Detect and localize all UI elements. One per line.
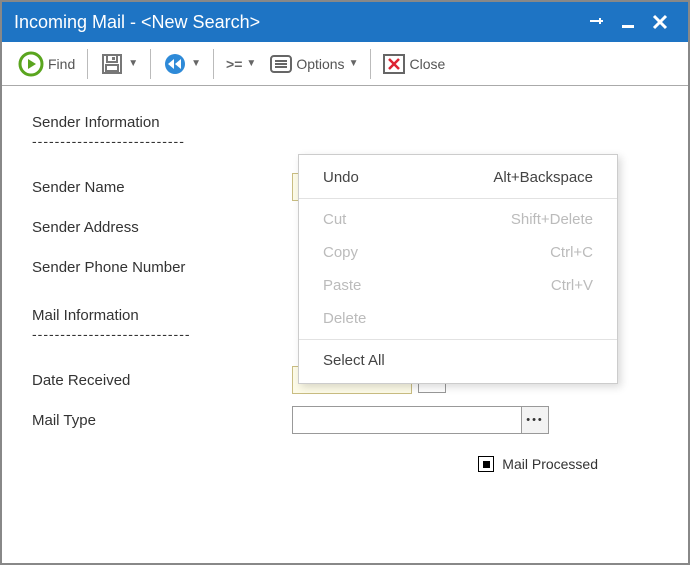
context-select-all[interactable]: Select All [299, 344, 617, 377]
label-mail-type: Mail Type [32, 412, 292, 429]
chevron-down-icon: ▼ [246, 58, 256, 69]
context-delete[interactable]: Delete [299, 302, 617, 335]
filter-op-button[interactable]: >= ▼ [222, 54, 260, 74]
pin-button[interactable] [580, 6, 612, 38]
label-sender-phone: Sender Phone Number [32, 259, 292, 276]
form-content: Sender Information ---------------------… [2, 86, 688, 490]
toolbar-separator [370, 49, 371, 79]
find-button[interactable]: Find [14, 49, 79, 79]
ellipsis-icon: ••• [526, 414, 544, 426]
checkbox-mark-icon [483, 461, 490, 468]
row-mail-processed: Mail Processed [32, 456, 658, 472]
close-label: Close [409, 56, 445, 72]
mail-type-picker-button[interactable]: ••• [521, 406, 549, 434]
context-copy[interactable]: Copy Ctrl+C [299, 236, 617, 269]
save-split-button[interactable]: ▼ [96, 50, 142, 78]
window-title: Incoming Mail - <New Search> [14, 12, 580, 33]
save-icon [100, 52, 124, 76]
chevron-down-icon: ▼ [128, 58, 138, 69]
mail-type-input[interactable] [292, 406, 522, 434]
chevron-down-icon: ▼ [349, 58, 359, 69]
close-button[interactable]: Close [379, 52, 449, 76]
label-mail-processed: Mail Processed [502, 456, 598, 472]
label-sender-name: Sender Name [32, 179, 292, 196]
filter-op-label: >= [226, 56, 242, 72]
section-divider: --------------------------- [32, 133, 658, 149]
play-icon [18, 51, 44, 77]
section-header-sender: Sender Information [32, 114, 658, 131]
toolbar: Find ▼ ▼ >= ▼ Options ▼ Close [2, 42, 688, 86]
row-mail-type: Mail Type ••• [32, 400, 658, 440]
options-label: Options [296, 56, 344, 72]
history-split-button[interactable]: ▼ [159, 50, 205, 78]
mail-processed-checkbox[interactable] [478, 456, 494, 472]
list-icon [270, 55, 292, 73]
close-icon [383, 54, 405, 74]
titlebar: Incoming Mail - <New Search> [2, 2, 688, 42]
toolbar-separator [87, 49, 88, 79]
context-menu: Undo Alt+Backspace Cut Shift+Delete Copy… [298, 154, 618, 384]
context-cut[interactable]: Cut Shift+Delete [299, 203, 617, 236]
options-button[interactable]: Options ▼ [266, 53, 362, 75]
label-date-received: Date Received [32, 372, 292, 389]
chevron-down-icon: ▼ [191, 58, 201, 69]
toolbar-separator [213, 49, 214, 79]
close-window-button[interactable] [644, 6, 676, 38]
minimize-button[interactable] [612, 6, 644, 38]
toolbar-separator [150, 49, 151, 79]
find-label: Find [48, 56, 75, 72]
context-paste[interactable]: Paste Ctrl+V [299, 269, 617, 302]
label-sender-address: Sender Address [32, 219, 292, 236]
rewind-icon [163, 52, 187, 76]
context-separator [299, 339, 617, 340]
context-separator [299, 198, 617, 199]
context-undo[interactable]: Undo Alt+Backspace [299, 161, 617, 194]
